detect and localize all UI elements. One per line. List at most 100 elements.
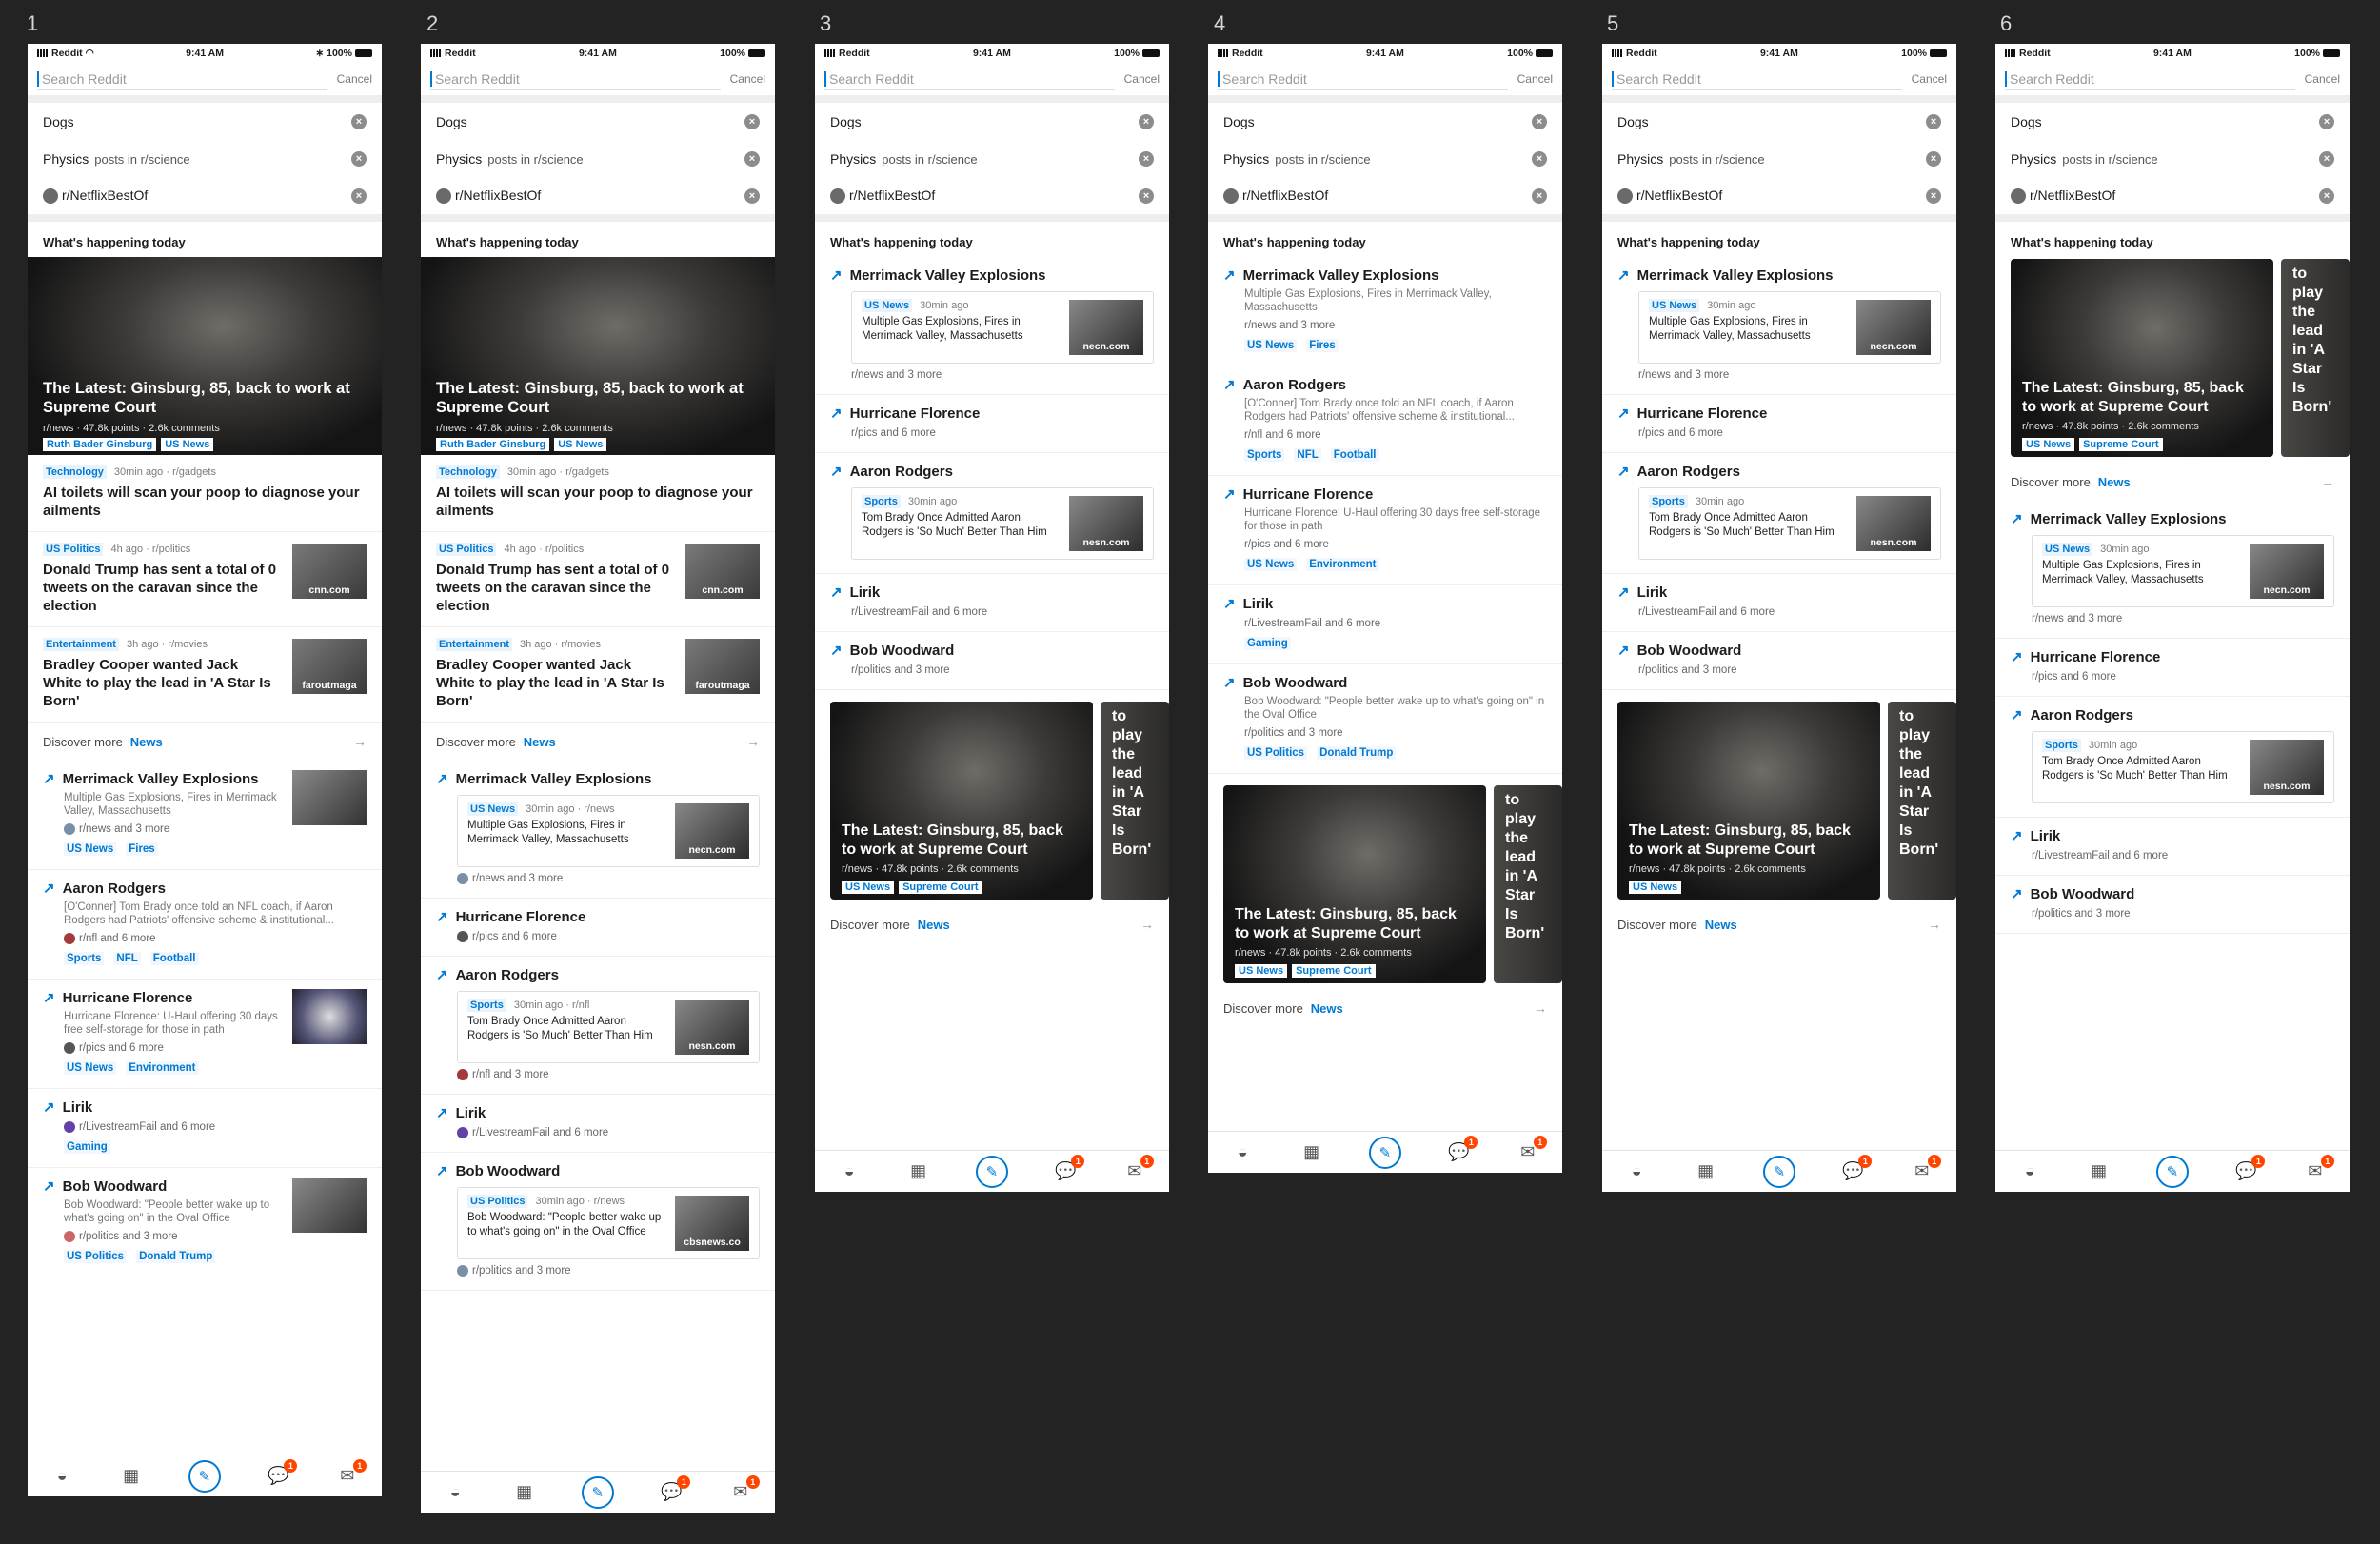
chat-icon[interactable]: 💬 1 <box>267 1458 298 1488</box>
clear-icon[interactable]: × <box>744 188 760 204</box>
trending-item[interactable]: ↗ Lirik r/LivestreamFail and 6 more Gaming <box>28 1089 382 1169</box>
trending-icon: ↗ <box>43 1099 55 1117</box>
compose-icon[interactable]: ✎ <box>188 1459 221 1493</box>
trending-item[interactable]: ↗ Bob Woodward US Politics 30min ago · r/ne… <box>421 1153 775 1292</box>
trending-item[interactable]: ↗ Hurricane Florence r/pics and 6 more <box>815 395 1169 453</box>
subreddit-avatar <box>436 188 451 205</box>
recent-search-item[interactable]: Physics posts in r/science × <box>421 140 775 177</box>
mail-icon[interactable]: ✉ 1 <box>729 1475 760 1504</box>
hero-card[interactable]: The Latest: Ginsburg, 85, back to work a… <box>421 257 775 455</box>
trending-item[interactable]: ↗ Hurricane Florence Hurricane Florence: U… <box>28 980 382 1090</box>
trending-icon: ↗ <box>436 967 448 984</box>
trending-icon: ↗ <box>43 1178 55 1196</box>
frame-label: 3 <box>820 11 832 35</box>
post-thumbnail: necn.com <box>675 803 749 859</box>
post-thumbnail: nesn.com <box>675 1000 749 1056</box>
recent-search-item[interactable]: Dogs × <box>421 103 775 140</box>
clear-icon[interactable]: × <box>1139 150 1154 167</box>
bluetooth-icon: ∗ <box>315 48 325 59</box>
nested-post[interactable]: Sports 30min ago · r/nfl Tom Brady Once Ad… <box>457 991 760 1064</box>
recent-search-item[interactable]: r/NetflixBestOf × <box>421 177 775 214</box>
news-item[interactable]: US Politics 4h ago · r/politics Donald Tru… <box>28 532 382 627</box>
recent-search-item[interactable]: Dogs × <box>815 103 1169 140</box>
news-thumbnail: faroutmaga <box>685 639 760 694</box>
trending-icon: ↗ <box>436 1163 448 1180</box>
news-item[interactable]: Technology 30min ago · r/gadgets AI toilet… <box>28 455 382 532</box>
nested-post[interactable]: US Politics 30min ago · r/news Bob Woodwar… <box>457 1187 760 1260</box>
compose-icon[interactable]: ✎ <box>975 1155 1008 1188</box>
recent-search-item[interactable]: Physics posts in r/science × <box>28 140 382 177</box>
clear-icon[interactable]: × <box>744 150 760 167</box>
search-input[interactable]: Search Reddit <box>824 68 1115 90</box>
discover-more[interactable]: Discover more News → <box>421 723 775 761</box>
hero-card-next[interactable]: Bradley Cooper wanted Jack White to play… <box>1101 702 1169 900</box>
clear-icon[interactable]: × <box>351 113 367 129</box>
arrow-right-icon: → <box>746 734 760 749</box>
subreddit-avatar <box>43 188 58 205</box>
search-input[interactable]: Search Reddit <box>37 68 327 90</box>
phone-frame-1: Reddit ◠ 9:41 AM ∗ 100% Search Reddit Ca… <box>28 44 382 1496</box>
news-item[interactable]: Entertainment 3h ago · r/movies Bradley Co… <box>421 627 775 723</box>
communities-icon[interactable]: ▦ <box>513 1481 536 1504</box>
chat-icon[interactable]: 💬 1 <box>1054 1154 1085 1183</box>
discover-more[interactable]: Discover more News → <box>28 723 382 761</box>
communities-icon[interactable]: ▦ <box>120 1465 143 1488</box>
search-input[interactable]: Search Reddit <box>430 68 721 90</box>
news-item[interactable]: Entertainment 3h ago · r/movies Bradley Co… <box>28 627 382 723</box>
hero-card[interactable]: The Latest: Ginsburg, 85, back to work a… <box>28 257 382 455</box>
arrow-right-icon: → <box>353 734 367 749</box>
compose-icon[interactable]: ✎ <box>581 1475 614 1509</box>
wifi-icon: ◠ <box>85 48 94 59</box>
trending-icon: ↗ <box>436 909 448 926</box>
signal-icon <box>430 49 442 58</box>
post-thumbnail: cbsnews.co <box>675 1196 749 1252</box>
trending-item[interactable]: ↗ Hurricane Florence r/pics and 6 more <box>421 899 775 958</box>
battery-icon <box>748 49 765 58</box>
trending-item[interactable]: ↗ Merrimack Valley Explosions US News 30min… <box>421 761 775 900</box>
status-bar: Reddit ◠ 9:41 AM ∗ 100% <box>28 44 382 63</box>
phone-frame-5: Reddit 9:41 AM 100% Search Reddit Cancel Do… <box>1602 44 1956 1192</box>
hero-tag[interactable]: US News <box>161 438 214 451</box>
hero-card[interactable]: The Latest: Ginsburg, 85, back to work a… <box>830 702 1093 900</box>
news-thumbnail: faroutmaga <box>292 639 367 694</box>
recent-search-item[interactable]: Physics posts in r/science × <box>815 140 1169 177</box>
trending-item[interactable]: ↗ Aaron Rodgers [O'Conner] Tom Brady once … <box>28 870 382 980</box>
trending-item[interactable]: ↗ Aaron Rodgers Sports 30min ago · r/nfl Tom… <box>421 957 775 1096</box>
home-icon[interactable]: ◒ <box>50 1465 73 1488</box>
communities-icon[interactable]: ▦ <box>907 1160 930 1183</box>
frame-label: 6 <box>2000 11 2013 35</box>
recent-search-item[interactable]: r/NetflixBestOf × <box>28 177 382 214</box>
clear-icon[interactable]: × <box>744 113 760 129</box>
trending-item[interactable]: ↗ Lirik r/LivestreamFail and 6 more <box>421 1095 775 1154</box>
chat-icon[interactable]: 💬 1 <box>660 1475 691 1504</box>
trending-thumbnail <box>292 770 367 825</box>
recent-search-item[interactable]: Dogs × <box>28 103 382 140</box>
trending-item[interactable]: ↗ Lirik r/LivestreamFail and 6 more <box>815 574 1169 632</box>
home-icon[interactable]: ◒ <box>444 1481 466 1504</box>
trending-item[interactable]: ↗ Aaron Rodgers Sports 30min ago Tom Brady O… <box>815 453 1169 574</box>
trending-item[interactable]: ↗ Merrimack Valley Explosions US News 30min… <box>815 257 1169 395</box>
recent-search-item[interactable]: r/NetflixBestOf × <box>815 177 1169 214</box>
trending-icon: ↗ <box>436 1105 448 1122</box>
cancel-button[interactable]: Cancel <box>337 72 372 86</box>
news-thumbnail: cnn.com <box>685 544 760 599</box>
battery-icon <box>354 49 372 58</box>
hero-tag[interactable]: Ruth Bader Ginsburg <box>43 438 157 451</box>
clear-icon[interactable]: × <box>351 150 367 167</box>
cancel-button[interactable]: Cancel <box>730 72 765 86</box>
news-item[interactable]: Technology 30min ago · r/gadgets AI toilet… <box>421 455 775 532</box>
frame-label: 4 <box>1214 11 1226 35</box>
mail-icon[interactable]: ✉ 1 <box>1123 1154 1154 1183</box>
clear-icon[interactable]: × <box>1139 113 1154 129</box>
home-icon[interactable]: ◒ <box>838 1160 861 1183</box>
trending-item[interactable]: ↗ Merrimack Valley Explosions Multiple Gas… <box>28 761 382 871</box>
trending-item[interactable]: ↗ Bob Woodward Bob Woodward: "People bette… <box>28 1168 382 1278</box>
cancel-button[interactable]: Cancel <box>1124 72 1160 86</box>
nested-post[interactable]: US News 30min ago · r/news Multiple Gas Ex… <box>457 795 760 867</box>
trending-item[interactable]: ↗ Bob Woodward r/politics and 3 more <box>815 632 1169 690</box>
mail-icon[interactable]: ✉ 1 <box>336 1458 367 1488</box>
phone-frame-6: Reddit 9:41 AM 100% Search Reddit Cancel Do… <box>1995 44 2350 1192</box>
clear-icon[interactable]: × <box>1139 188 1154 204</box>
news-item[interactable]: US Politics 4h ago · r/politics Donald Tru… <box>421 532 775 627</box>
clear-icon[interactable]: × <box>351 188 367 204</box>
